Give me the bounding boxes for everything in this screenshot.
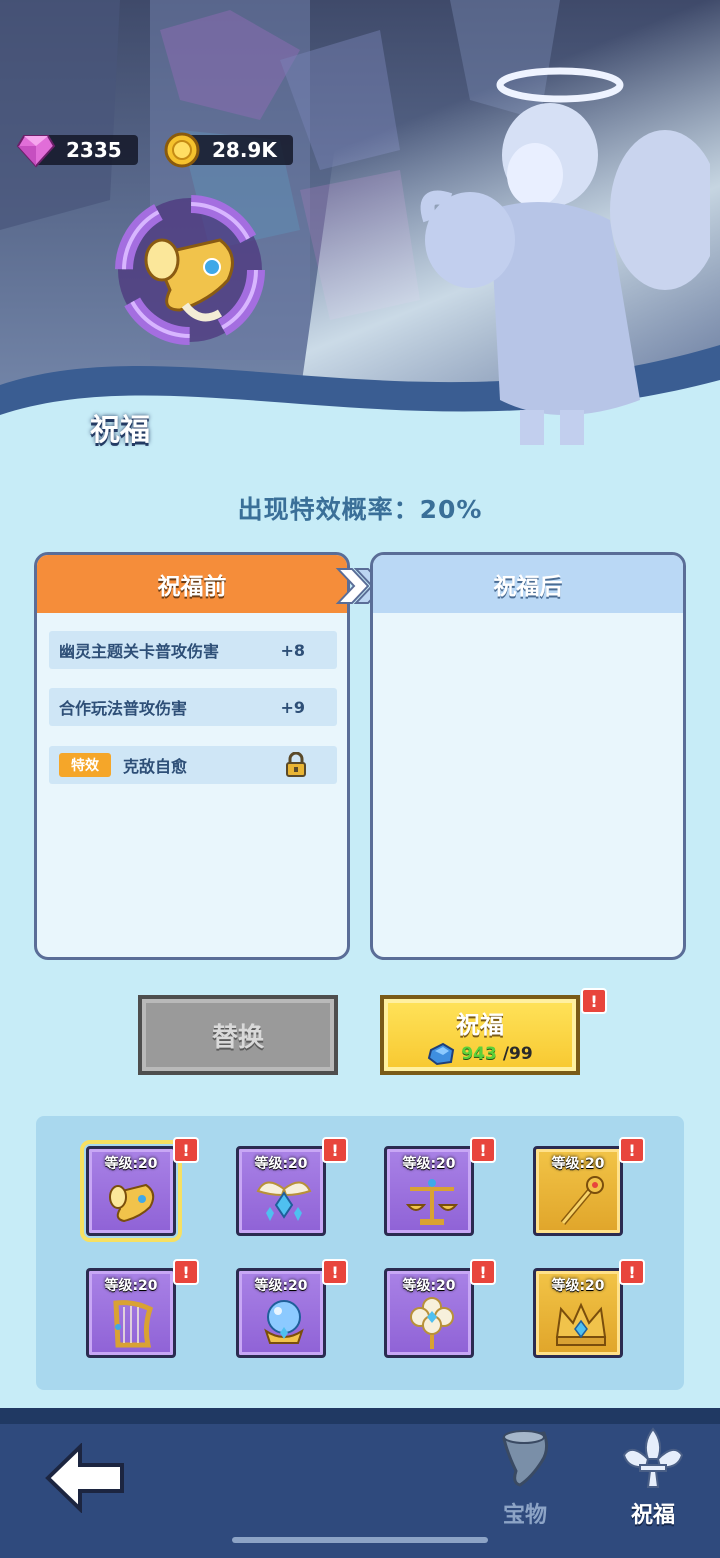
angel-statue [420, 67, 710, 445]
gem-icon [14, 128, 58, 172]
wings-pendant-icon [256, 1181, 312, 1221]
blue-crystal-icon [428, 1042, 455, 1065]
relic-alert-icon: ! [322, 1137, 348, 1163]
bless-cost: 943 /99 [427, 1042, 533, 1066]
bless-cost-owned: 943 [461, 1043, 497, 1064]
relic-level: 等级:20 [551, 1156, 605, 1172]
relic-slot-crown[interactable]: 等级:20 [533, 1268, 623, 1358]
relic-slot-scepter[interactable]: 等级:20 [533, 1146, 623, 1236]
after-panel-title: 祝福后 [373, 555, 683, 613]
special-effect-row: 特效 克敌自愈 [49, 746, 337, 784]
hero-banner: 2335 28.9K 祝福 [0, 0, 720, 470]
lock-icon[interactable] [283, 752, 309, 778]
bless-alert-icon: ! [581, 988, 607, 1014]
relic-slot-crystal-ball[interactable]: 等级:20 [236, 1268, 326, 1358]
fleur-de-lis-icon [622, 1427, 684, 1488]
before-blessing-panel: 祝福前 幽灵主题关卡普攻伤害 +8 合作玩法普攻伤害 +9 特效 克敌自愈 [34, 552, 350, 960]
replace-button[interactable]: 替换 [138, 995, 338, 1075]
relic-slot-harp[interactable]: 等级:20 [86, 1268, 176, 1358]
after-blessing-panel: 祝福后 [370, 552, 686, 960]
relic-level: 等级:20 [104, 1278, 158, 1294]
bless-button[interactable]: 祝福 943 /99 [380, 995, 580, 1075]
relic-slot-horn[interactable]: 等级:20 [80, 1140, 182, 1242]
nav-tab-blessing[interactable]: 祝福 [598, 1425, 708, 1535]
relic-slot-scales[interactable]: 等级:20 [384, 1146, 474, 1236]
treasure-horn-icon [502, 1430, 549, 1487]
scepter-icon [560, 1176, 604, 1225]
flower-wand-icon [410, 1297, 454, 1349]
bless-cost-required: /99 [502, 1043, 533, 1064]
relic-alert-icon: ! [619, 1259, 645, 1285]
selected-relic-horn-icon [115, 195, 265, 345]
special-effect-label: 克敌自愈 [123, 757, 188, 776]
bless-button-label: 祝福 [456, 1010, 504, 1039]
relic-alert-icon: ! [173, 1259, 199, 1285]
relic-alert-icon: ! [322, 1259, 348, 1285]
horn-icon [109, 1183, 155, 1223]
relic-level: 等级:20 [402, 1156, 456, 1172]
crown-icon [555, 1302, 607, 1346]
nav-tab-treasure-label: 宝物 [502, 1503, 547, 1528]
gem-counter: 2335 [14, 132, 138, 168]
coin-counter: 28.9K [160, 132, 293, 168]
relic-level: 等级:20 [402, 1278, 456, 1294]
relic-level: 等级:20 [551, 1278, 605, 1294]
relic-slot-wings-pendant[interactable]: 等级:20 [236, 1146, 326, 1236]
relic-level: 等级:20 [254, 1278, 308, 1294]
scales-icon [405, 1179, 459, 1225]
relic-level: 等级:20 [254, 1156, 308, 1172]
relic-alert-icon: ! [470, 1259, 496, 1285]
attribute-value: +8 [280, 640, 305, 660]
harp-icon [113, 1300, 154, 1348]
relic-alert-icon: ! [470, 1137, 496, 1163]
back-arrow-icon[interactable] [44, 1443, 126, 1513]
crystal-ball-icon [264, 1300, 304, 1344]
before-panel-title: 祝福前 [37, 555, 347, 613]
attribute-label: 幽灵主题关卡普攻伤害 [59, 642, 220, 661]
attribute-value: +9 [280, 697, 305, 717]
relic-slot-flower-wand[interactable]: 等级:20 [384, 1268, 474, 1358]
special-effect-badge: 特效 [59, 753, 111, 777]
attribute-label: 合作玩法普攻伤害 [59, 699, 188, 718]
relic-alert-icon: ! [173, 1137, 199, 1163]
nav-tab-blessing-label: 祝福 [630, 1503, 675, 1528]
home-indicator[interactable] [232, 1537, 488, 1543]
nav-tab-treasure[interactable]: 宝物 [470, 1425, 580, 1535]
attribute-row: 合作玩法普攻伤害 +9 [49, 688, 337, 726]
page-title: 祝福 [90, 413, 150, 448]
attribute-row: 幽灵主题关卡普攻伤害 +8 [49, 631, 337, 669]
relic-level: 等级:20 [104, 1156, 158, 1172]
bottom-bar-stripe [0, 1408, 720, 1424]
effect-probability-text: 出现特效概率：20% [237, 495, 483, 524]
relic-alert-icon: ! [619, 1137, 645, 1163]
coin-icon [160, 128, 204, 172]
replace-button-label: 替换 [211, 1022, 264, 1053]
